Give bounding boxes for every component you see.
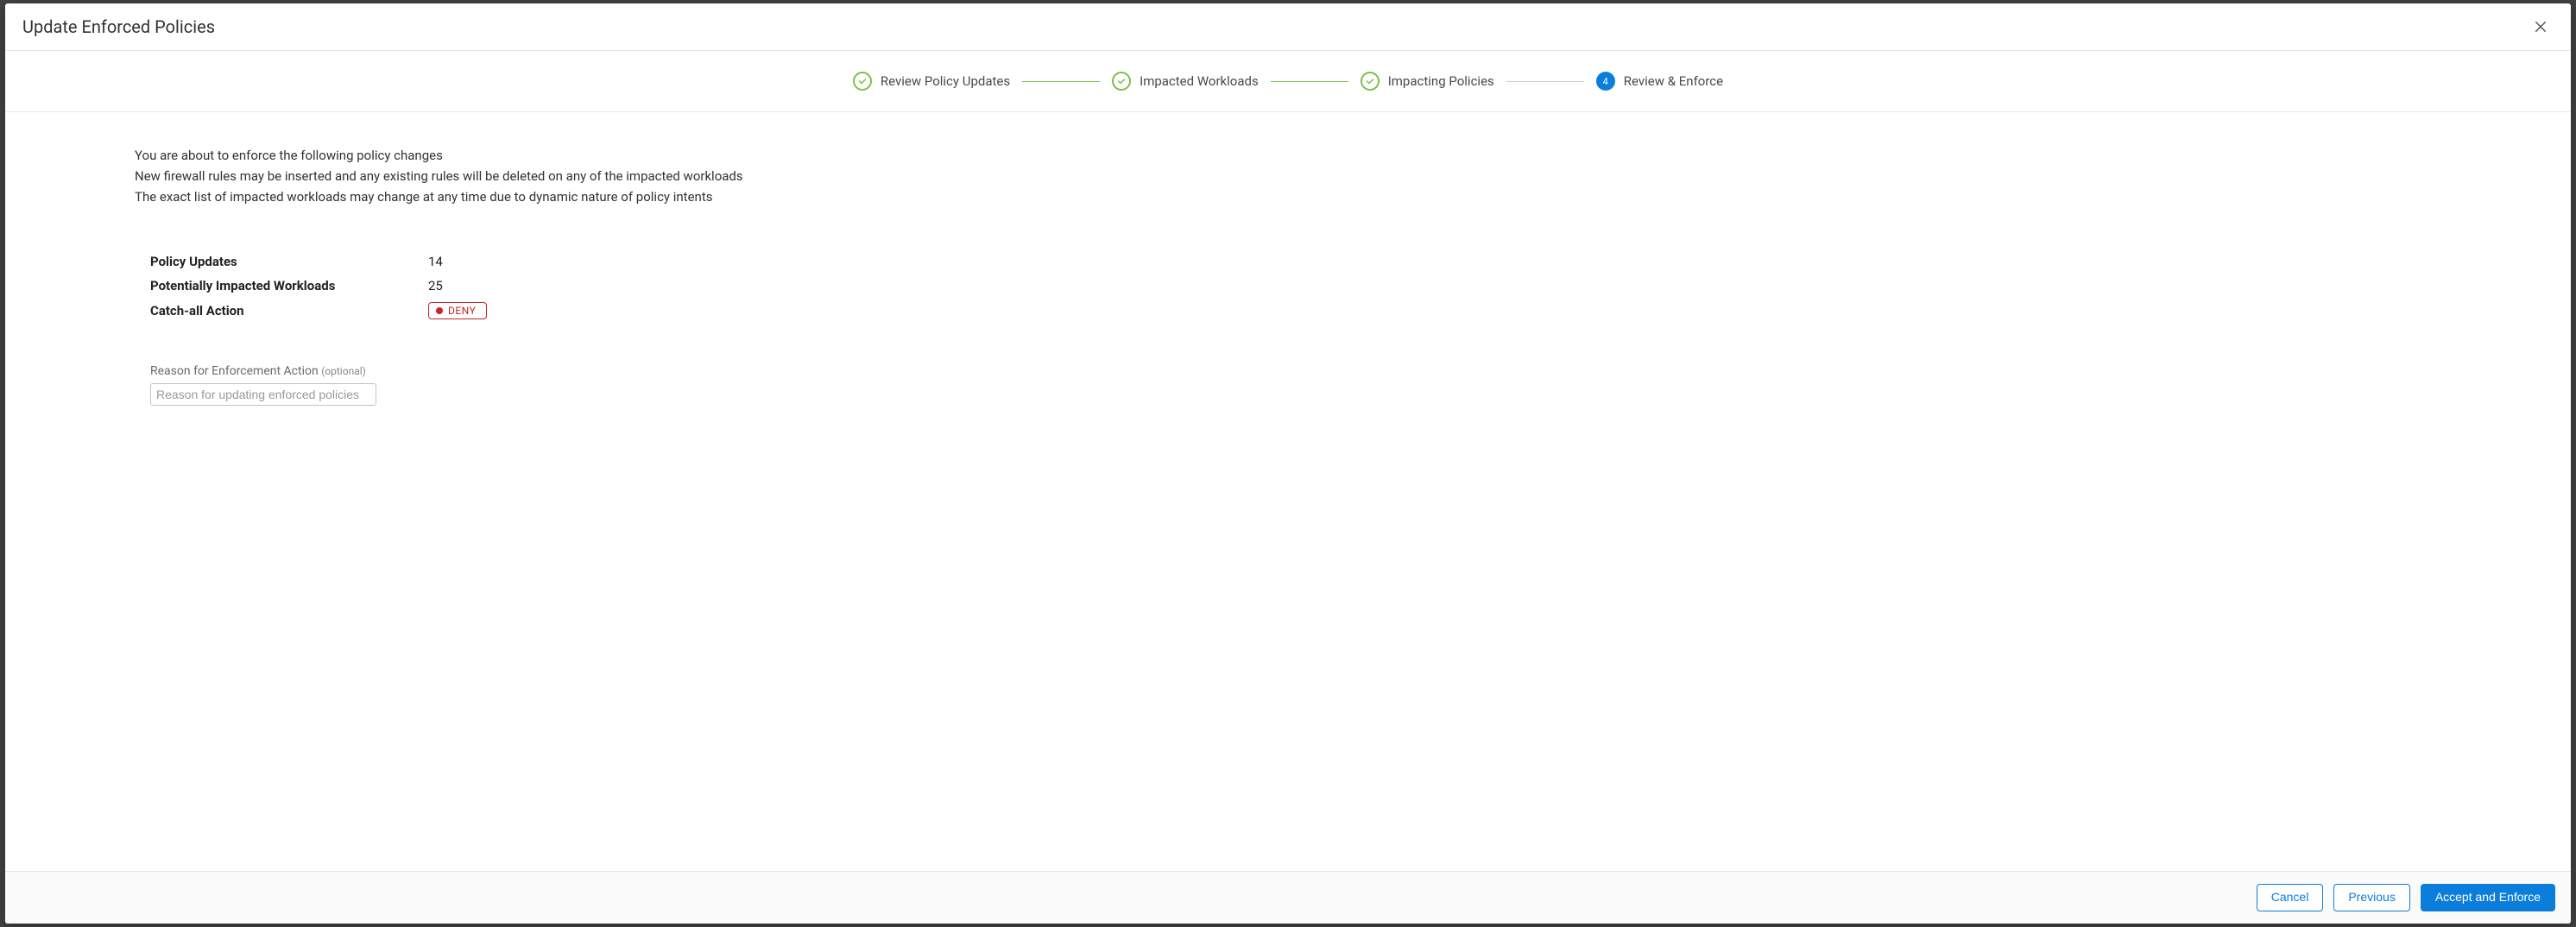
step-connector xyxy=(1271,81,1348,82)
intro-text: You are about to enforce the following p… xyxy=(135,147,2441,206)
check-icon xyxy=(1361,72,1380,91)
close-icon xyxy=(2533,24,2548,37)
summary-value: 25 xyxy=(428,278,443,293)
reason-optional: (optional) xyxy=(321,365,366,377)
step-review-enforce[interactable]: 4 Review & Enforce xyxy=(1596,72,1723,91)
step-label: Review Policy Updates xyxy=(881,73,1010,89)
deny-text: DENY xyxy=(448,305,476,317)
step-review-policy-updates[interactable]: Review Policy Updates xyxy=(853,72,1010,91)
summary-value: DENY xyxy=(428,302,487,319)
accept-enforce-button[interactable]: Accept and Enforce xyxy=(2421,884,2555,911)
step-label: Impacting Policies xyxy=(1388,73,1494,89)
summary-key: Catch-all Action xyxy=(150,303,428,318)
check-icon xyxy=(853,72,872,91)
summary-key: Policy Updates xyxy=(150,254,428,269)
intro-line: The exact list of impacted workloads may… xyxy=(135,188,2441,207)
summary-key: Potentially Impacted Workloads xyxy=(150,278,428,293)
reason-input[interactable] xyxy=(150,383,376,406)
modal-body: You are about to enforce the following p… xyxy=(5,112,2571,871)
close-button[interactable] xyxy=(2529,16,2552,38)
deny-dot-icon xyxy=(436,307,443,314)
step-label: Review & Enforce xyxy=(1624,73,1723,89)
step-connector xyxy=(1022,81,1100,82)
summary-row-catch-all: Catch-all Action DENY xyxy=(150,298,2441,324)
modal-header: Update Enforced Policies xyxy=(5,3,2571,51)
step-impacted-workloads[interactable]: Impacted Workloads xyxy=(1112,72,1259,91)
intro-line: New firewall rules may be inserted and a… xyxy=(135,167,2441,186)
modal-footer: Cancel Previous Accept and Enforce xyxy=(5,871,2571,924)
stepper: Review Policy Updates Impacted Workloads… xyxy=(5,51,2571,112)
modal-title: Update Enforced Policies xyxy=(22,16,215,37)
reason-label-text: Reason for Enforcement Action xyxy=(150,364,319,378)
cancel-button[interactable]: Cancel xyxy=(2257,884,2324,911)
summary-row-impacted-workloads: Potentially Impacted Workloads 25 xyxy=(150,274,2441,298)
check-icon xyxy=(1112,72,1131,91)
intro-line: You are about to enforce the following p… xyxy=(135,147,2441,166)
deny-badge: DENY xyxy=(428,302,487,319)
previous-button[interactable]: Previous xyxy=(2333,884,2409,911)
step-label: Impacted Workloads xyxy=(1140,73,1259,89)
reason-block: Reason for Enforcement Action (optional) xyxy=(150,363,2441,406)
summary-row-policy-updates: Policy Updates 14 xyxy=(150,249,2441,274)
summary-table: Policy Updates 14 Potentially Impacted W… xyxy=(150,249,2441,324)
step-impacting-policies[interactable]: Impacting Policies xyxy=(1361,72,1494,91)
step-number-icon: 4 xyxy=(1596,72,1615,91)
reason-label: Reason for Enforcement Action (optional) xyxy=(150,364,366,378)
step-connector xyxy=(1506,81,1584,82)
update-enforced-policies-modal: Update Enforced Policies Review Policy U… xyxy=(5,3,2571,924)
summary-value: 14 xyxy=(428,254,443,269)
